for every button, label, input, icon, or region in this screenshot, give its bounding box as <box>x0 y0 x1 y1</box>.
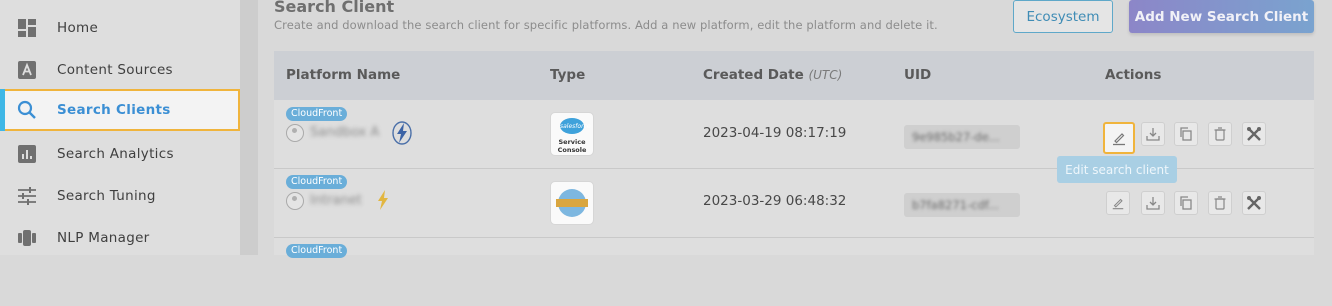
dashboard-icon <box>17 18 37 38</box>
delete-button[interactable] <box>1208 191 1232 215</box>
content-sources-icon <box>17 60 37 80</box>
sidebar-item-search-clients[interactable]: Search Clients <box>0 89 240 131</box>
sidebar-item-label: NLP Manager <box>57 230 150 246</box>
avatar-icon <box>286 192 304 210</box>
edit-icon <box>1112 198 1124 210</box>
add-new-search-client-button[interactable]: Add New Search Client <box>1129 0 1314 33</box>
sidebar-item-content-sources[interactable]: Content Sources <box>0 49 240 91</box>
sidebar-divider <box>240 0 258 255</box>
copy-button[interactable] <box>1174 122 1198 146</box>
table-row[interactable]: CloudFront <box>274 238 1314 306</box>
edit-button[interactable] <box>1106 191 1130 215</box>
analytics-icon <box>17 144 37 164</box>
download-icon <box>1146 128 1160 141</box>
tools-icon <box>1247 127 1261 141</box>
app-root: Home Content Sources Search Clients Sear… <box>0 0 1332 258</box>
platform-badge: CloudFront <box>286 107 348 121</box>
nlp-icon <box>17 228 37 248</box>
page-title: Search Client <box>274 0 395 16</box>
platform-badge: CloudFront <box>286 244 348 258</box>
edit-icon <box>1113 133 1125 146</box>
uid-value: 9e985b27-de... <box>912 130 1000 144</box>
tools-icon <box>1247 196 1261 210</box>
download-icon <box>1146 197 1160 210</box>
column-platform-name: Platform Name <box>286 67 401 83</box>
type-logo-salesforce: salesforce Service Console <box>550 112 594 156</box>
edit-button[interactable] <box>1103 122 1135 154</box>
download-button[interactable] <box>1141 191 1165 215</box>
delete-button[interactable] <box>1208 122 1232 146</box>
copy-button[interactable] <box>1174 191 1198 215</box>
platform-badge: CloudFront <box>286 175 348 189</box>
sidebar-item-search-analytics[interactable]: Search Analytics <box>0 133 240 175</box>
search-clients-table: Platform Name Type Created Date (UTC) UI… <box>274 51 1314 258</box>
sidebar-item-nlp-manager[interactable]: NLP Manager <box>0 217 240 259</box>
search-icon <box>17 100 37 120</box>
type-caption-1: Service <box>558 138 586 146</box>
trash-icon <box>1214 196 1226 210</box>
column-type: Type <box>550 67 586 83</box>
sidebar-item-label: Search Tuning <box>57 188 156 204</box>
uid-field[interactable]: b7fa8271-cdf... <box>904 193 1020 217</box>
trash-icon <box>1214 127 1226 141</box>
table-header: Platform Name Type Created Date (UTC) UI… <box>274 51 1314 100</box>
column-created-date: Created Date (UTC) <box>703 67 842 83</box>
sidebar-item-label: Search Analytics <box>57 146 174 162</box>
platform-name[interactable]: Intranet <box>310 193 362 208</box>
sidebar-item-label: Content Sources <box>57 62 173 78</box>
sidebar-item-label: Search Clients <box>57 102 171 118</box>
sidebar: Home Content Sources Search Clients Sear… <box>0 0 240 255</box>
lightning-icon <box>376 189 390 215</box>
uid-field[interactable]: 9e985b27-de... <box>904 125 1020 149</box>
type-caption-2: Console <box>557 146 587 154</box>
column-actions: Actions <box>1105 67 1162 83</box>
sidebar-item-search-tuning[interactable]: Search Tuning <box>0 175 240 217</box>
created-date: 2023-03-29 06:48:32 <box>703 193 847 209</box>
settings-button[interactable] <box>1242 191 1266 215</box>
page-subtitle: Create and download the search client fo… <box>274 18 938 32</box>
ecosystem-button[interactable]: Ecosystem <box>1013 0 1113 33</box>
column-uid: UID <box>904 67 932 83</box>
edit-tooltip: Edit search client <box>1057 156 1177 183</box>
download-button[interactable] <box>1141 122 1165 146</box>
settings-button[interactable] <box>1242 122 1266 146</box>
sidebar-item-label: Home <box>57 20 99 36</box>
sidebar-item-home[interactable]: Home <box>0 7 240 49</box>
uid-value: b7fa8271-cdf... <box>912 198 999 212</box>
created-date: 2023-04-19 08:17:19 <box>703 125 847 141</box>
avatar-icon <box>286 124 304 142</box>
sliders-icon <box>17 186 37 206</box>
column-created-date-unit: (UTC) <box>808 68 843 82</box>
copy-icon <box>1180 127 1192 141</box>
column-created-date-label: Created Date <box>703 67 804 83</box>
type-brand-text: salesforce <box>560 123 591 130</box>
type-logo-globe <box>550 181 594 225</box>
lightning-icon <box>391 120 413 150</box>
platform-name[interactable]: Sandbox A <box>310 125 379 140</box>
copy-icon <box>1180 196 1192 210</box>
